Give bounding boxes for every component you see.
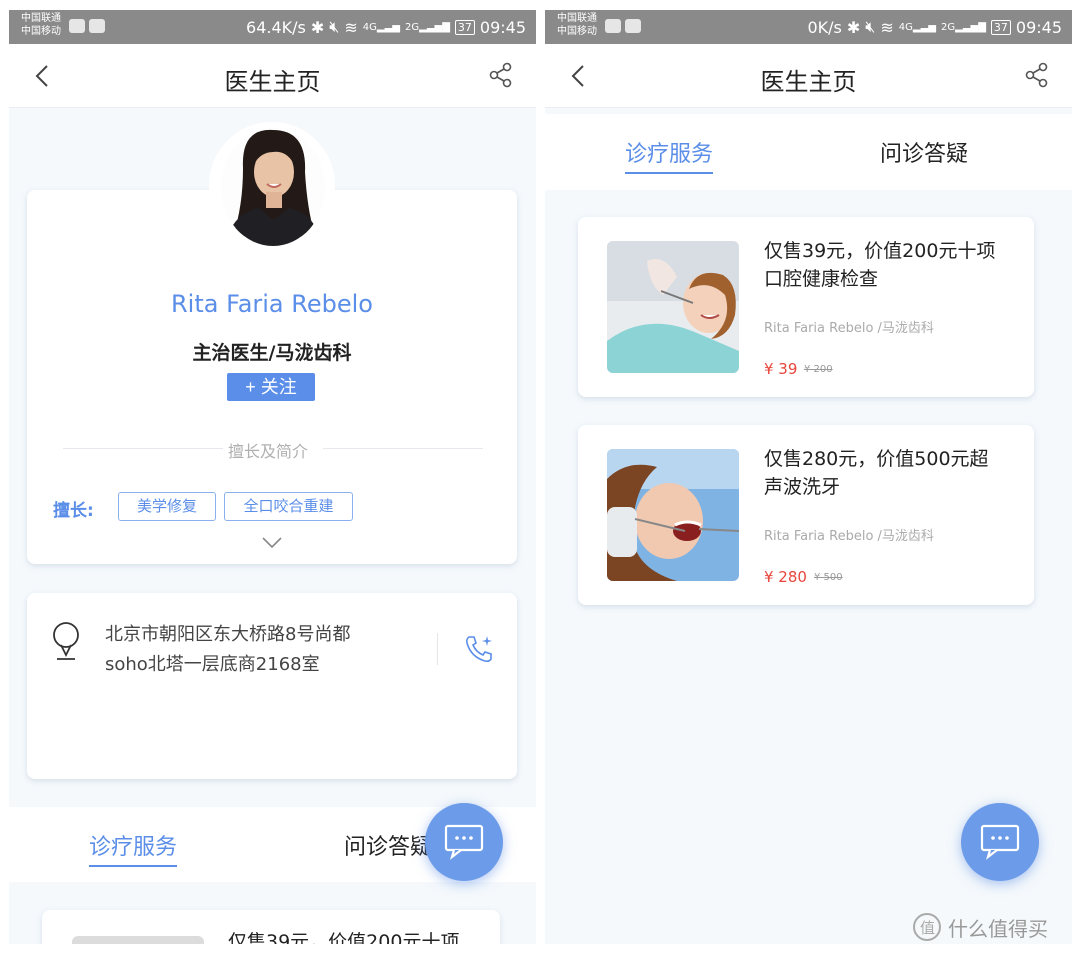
battery-level: 37 <box>454 19 475 35</box>
page-title: 医生主页 <box>224 68 321 96</box>
chat-icon <box>444 824 484 860</box>
tab-services[interactable]: 诊疗服务 <box>625 136 714 174</box>
battery-level: 37 <box>990 19 1011 35</box>
tab-consultation[interactable]: 问诊答疑 <box>344 829 432 861</box>
carrier-top: 中国联通 <box>557 13 597 24</box>
phone-screen-doctor-profile: 中国联通 中国移动 64.4K/s ✱ 🔇︎ ≋ 4G▂▃▅ 2G▂▃▅▇ 37… <box>9 10 536 944</box>
clock: 09:45 <box>479 17 526 37</box>
wifi-icon: ≋ <box>880 17 894 37</box>
signal-2g-icon: 2G▂▃▅▇ <box>405 21 450 33</box>
service-title: 仅售280元，价值500元超 声波洗牙 <box>764 445 989 501</box>
skill-tag[interactable]: 全口咬合重建 <box>224 492 353 521</box>
avatar <box>221 128 325 246</box>
nav-bar: 医生主页 <box>545 44 1072 108</box>
signal-4g-icon: 4G▂▃▅ <box>898 21 936 33</box>
service-price: ¥ 280 <box>764 568 807 586</box>
mute-icon: 🔇︎ <box>865 17 876 36</box>
bluetooth-icon: ✱ <box>846 17 861 37</box>
service-doctor: Rita Faria Rebelo /马泷齿科 <box>764 321 934 336</box>
service-title-line: 声波洗牙 <box>764 476 841 498</box>
share-icon[interactable] <box>488 62 514 88</box>
service-doctor: Rita Faria Rebelo /马泷齿科 <box>764 529 934 544</box>
service-thumbnail <box>607 449 739 581</box>
app-notification-icon <box>625 19 641 33</box>
share-icon[interactable] <box>1024 62 1050 88</box>
network-speed: 64.4K/s <box>246 17 306 37</box>
divider <box>323 448 483 449</box>
clock: 09:45 <box>1015 17 1062 37</box>
carrier-bottom: 中国移动 <box>557 26 597 37</box>
doctor-title: 主治医生/马泷齿科 <box>192 342 352 364</box>
carrier-names: 中国联通 中国移动 <box>557 12 597 38</box>
watermark-text: 什么值得买 <box>948 916 1048 941</box>
page-title: 医生主页 <box>760 68 857 96</box>
wechat-icon <box>605 19 621 33</box>
service-card[interactable]: 仅售280元，价值500元超 声波洗牙 Rita Faria Rebelo /马… <box>578 425 1034 605</box>
divider <box>437 633 438 665</box>
mute-icon: 🔇︎ <box>329 17 340 36</box>
watermark-logo-icon: 值 <box>913 913 941 941</box>
chat-icon <box>980 824 1020 860</box>
skill-tag[interactable]: 美学修复 <box>118 492 216 521</box>
chat-button[interactable] <box>425 803 503 881</box>
wifi-icon: ≋ <box>344 17 358 37</box>
nav-bar: 医生主页 <box>9 44 536 108</box>
address-line: soho北塔一层底商2168室 <box>105 654 320 675</box>
carrier-top: 中国联通 <box>21 13 61 24</box>
watermark: 值 什么值得买 <box>912 912 1048 942</box>
service-title: 仅售39元，价值200元十项 口腔健康检查 <box>764 237 995 293</box>
signal-4g-icon: 4G▂▃▅ <box>362 21 400 33</box>
clinic-address-card: 北京市朝阳区东大桥路8号尚都 soho北塔一层底商2168室 <box>27 593 517 779</box>
clinic-address: 北京市朝阳区东大桥路8号尚都 soho北塔一层底商2168室 <box>105 620 350 680</box>
divider <box>63 448 223 449</box>
service-original-price: ¥ 500 <box>814 572 843 583</box>
skills-label: 擅长: <box>53 501 94 521</box>
address-line: 北京市朝阳区东大桥路8号尚都 <box>105 624 351 645</box>
follow-button[interactable]: + 关注 <box>227 373 315 401</box>
app-notification-icon <box>89 19 105 33</box>
section-label: 擅长及简介 <box>228 442 309 461</box>
tab-services[interactable]: 诊疗服务 <box>89 829 178 867</box>
phone-screen-services: 中国联通 中国移动 0K/s ✱ 🔇︎ ≋ 4G▂▃▅ 2G▂▃▅▇ 37 09… <box>545 10 1072 944</box>
service-title: 仅售39元，价值200元十项 <box>228 931 460 944</box>
doctor-name: Rita Faria Rebelo <box>171 290 373 318</box>
svg-text:值: 值 <box>920 919 935 937</box>
network-speed: 0K/s <box>807 17 842 37</box>
wechat-icon <box>69 19 85 33</box>
service-thumbnail <box>607 241 739 373</box>
status-bar: 中国联通 中国移动 0K/s ✱ 🔇︎ ≋ 4G▂▃▅ 2G▂▃▅▇ 37 09… <box>545 10 1072 44</box>
service-title-line: 仅售39元，价值200元十项 <box>764 240 996 262</box>
service-card[interactable]: 仅售39元，价值200元十项 口腔健康检查 Rita Faria Rebelo … <box>578 217 1034 397</box>
bluetooth-icon: ✱ <box>310 17 325 37</box>
service-original-price: ¥ 200 <box>804 364 833 375</box>
carrier-names: 中国联通 中国移动 <box>21 12 61 38</box>
service-tabs: 诊疗服务 问诊答疑 <box>545 114 1072 190</box>
service-title-line: 仅售280元，价值500元超 <box>764 448 989 470</box>
signal-2g-icon: 2G▂▃▅▇ <box>941 21 986 33</box>
service-title-line: 口腔健康检查 <box>764 268 879 290</box>
service-card-peek[interactable]: 仅售39元，价值200元十项 <box>42 910 500 944</box>
phone-call-icon[interactable] <box>463 633 495 665</box>
service-thumbnail <box>72 936 204 944</box>
tab-consultation[interactable]: 问诊答疑 <box>880 136 968 168</box>
chat-button[interactable] <box>961 803 1039 881</box>
status-bar: 中国联通 中国移动 64.4K/s ✱ 🔇︎ ≋ 4G▂▃▅ 2G▂▃▅▇ 37… <box>9 10 536 44</box>
chevron-down-icon[interactable] <box>261 536 283 550</box>
carrier-bottom: 中国移动 <box>21 26 61 37</box>
location-pin-icon <box>53 622 79 660</box>
service-price: ¥ 39 <box>764 360 798 378</box>
